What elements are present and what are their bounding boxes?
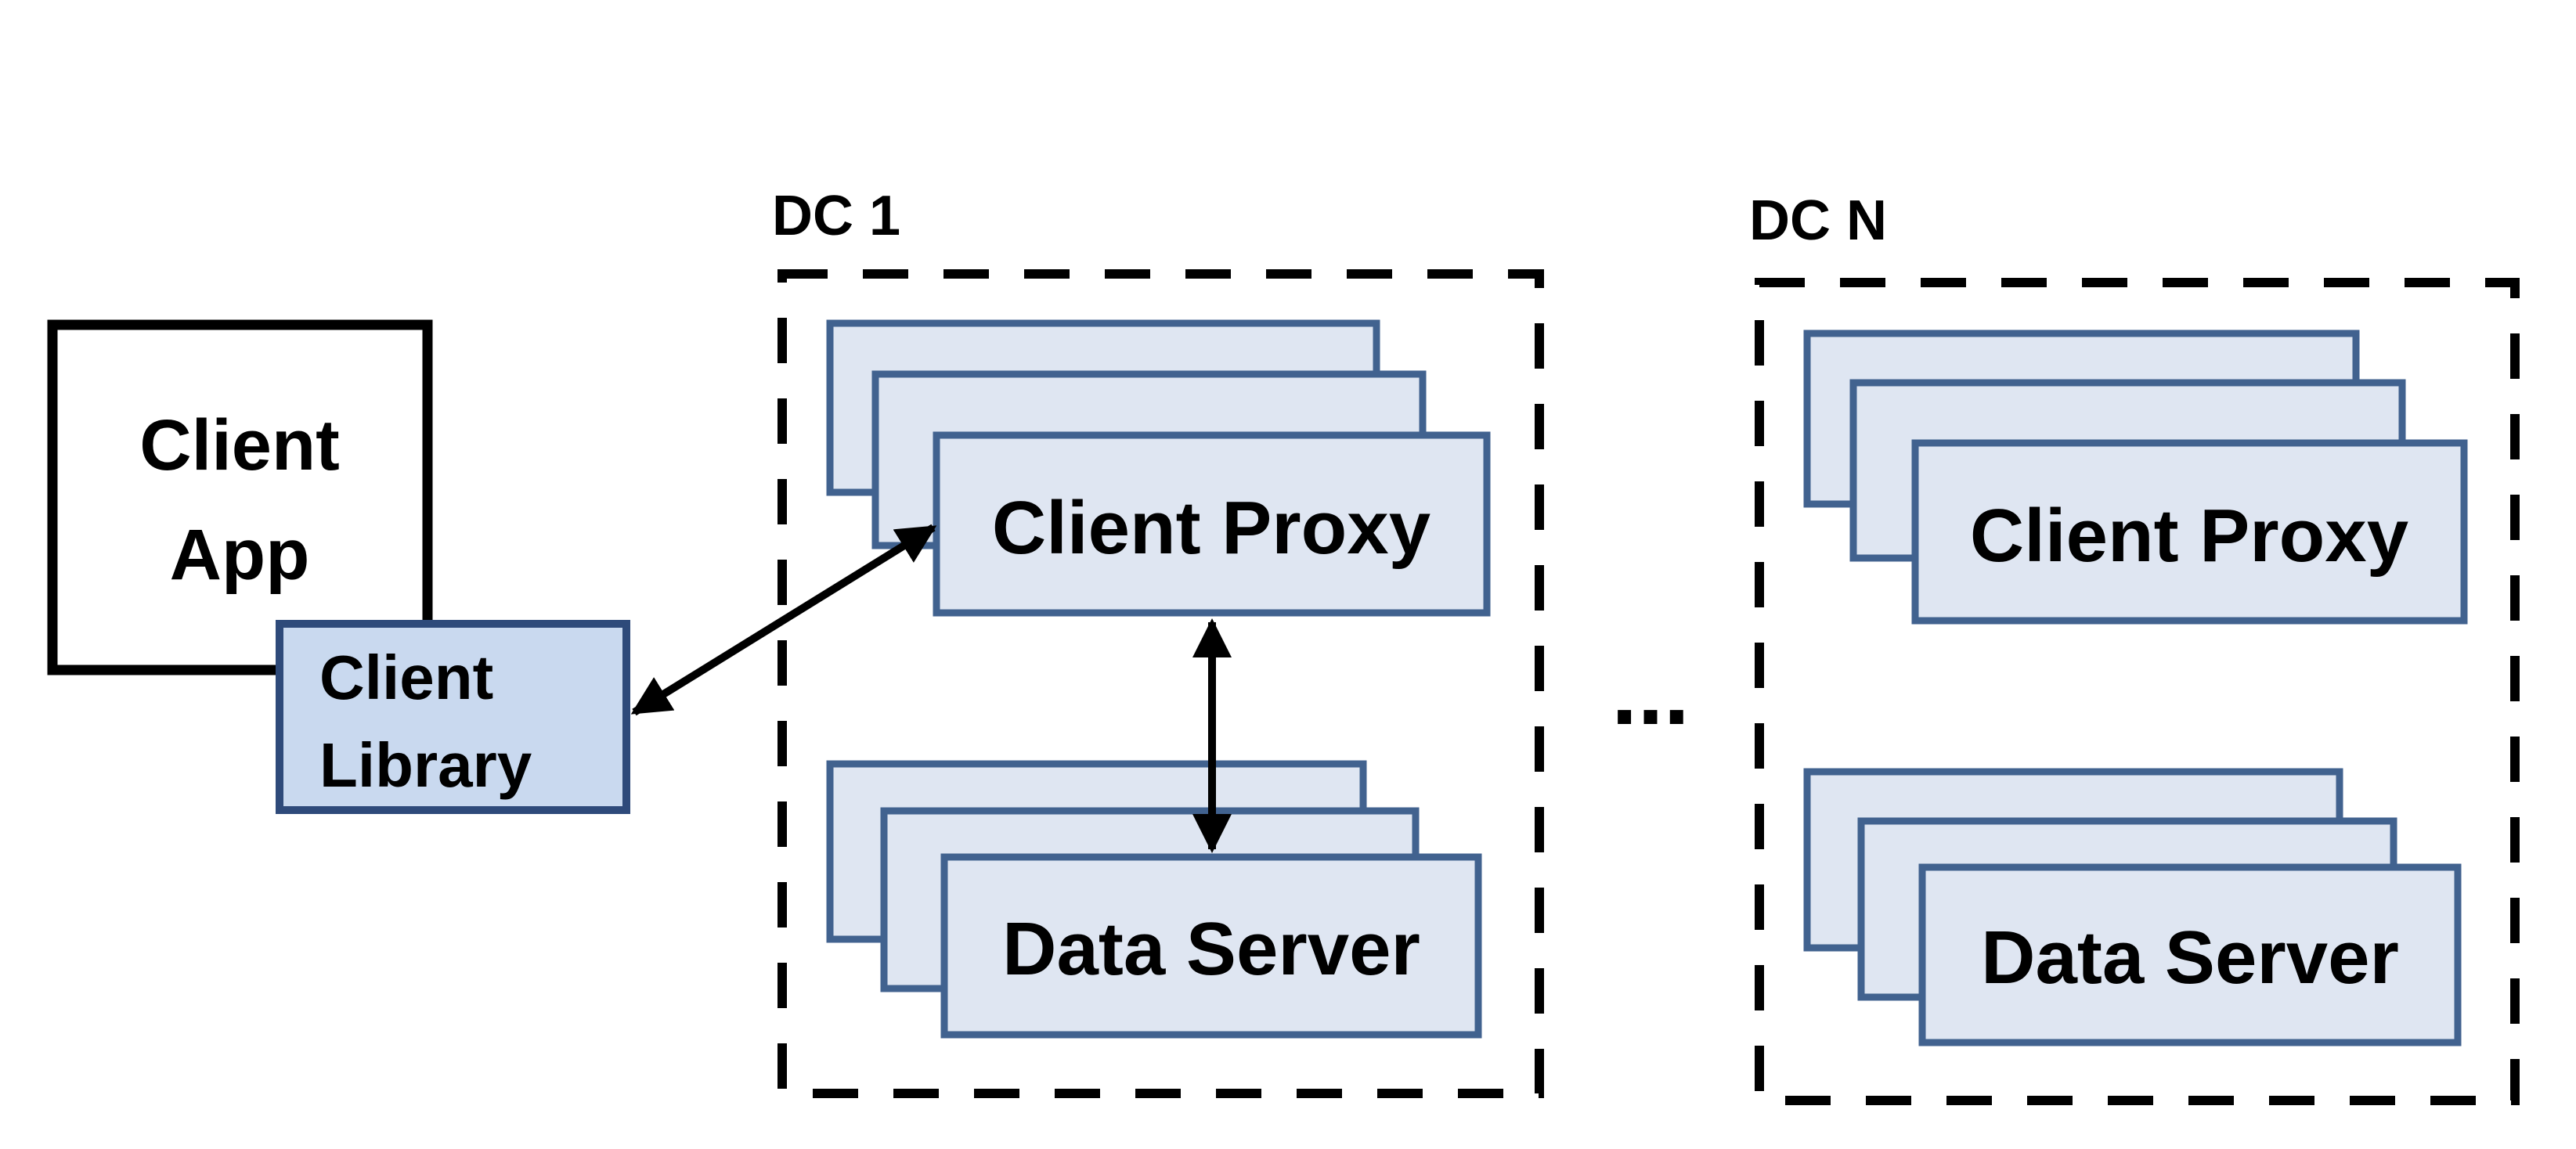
dc1-label: DC 1 bbox=[772, 185, 900, 247]
datacenter-1: DC 1 Client Proxy Data Server bbox=[772, 185, 1544, 1098]
client-app-label-1: Client bbox=[139, 405, 340, 485]
ellipsis: ... bbox=[1611, 639, 1690, 744]
client-proxy-stack: Client Proxy bbox=[1803, 330, 2468, 625]
client-library: Client Library bbox=[276, 620, 630, 814]
client-proxy-label: Client Proxy bbox=[992, 486, 1431, 570]
client-app-label-2: App bbox=[170, 515, 310, 595]
dcn-label: DC N bbox=[1749, 189, 1887, 252]
client-proxy-label: Client Proxy bbox=[1970, 494, 2408, 578]
data-server-label: Data Server bbox=[1981, 916, 2399, 1000]
architecture-diagram: Client App Client Library DC 1 Client Pr… bbox=[47, 185, 2520, 1105]
client-app: Client App bbox=[47, 319, 433, 675]
client-library-label-2: Library bbox=[319, 730, 532, 800]
data-server-stack: Data Server bbox=[826, 760, 1482, 1039]
data-server-stack: Data Server bbox=[1803, 768, 2462, 1046]
data-server-label: Data Server bbox=[1002, 907, 1420, 991]
datacenter-n: DC N Client Proxy Data Server bbox=[1749, 189, 2520, 1105]
client-library-label-1: Client bbox=[319, 643, 493, 712]
client-proxy-stack: Client Proxy bbox=[826, 319, 1491, 617]
